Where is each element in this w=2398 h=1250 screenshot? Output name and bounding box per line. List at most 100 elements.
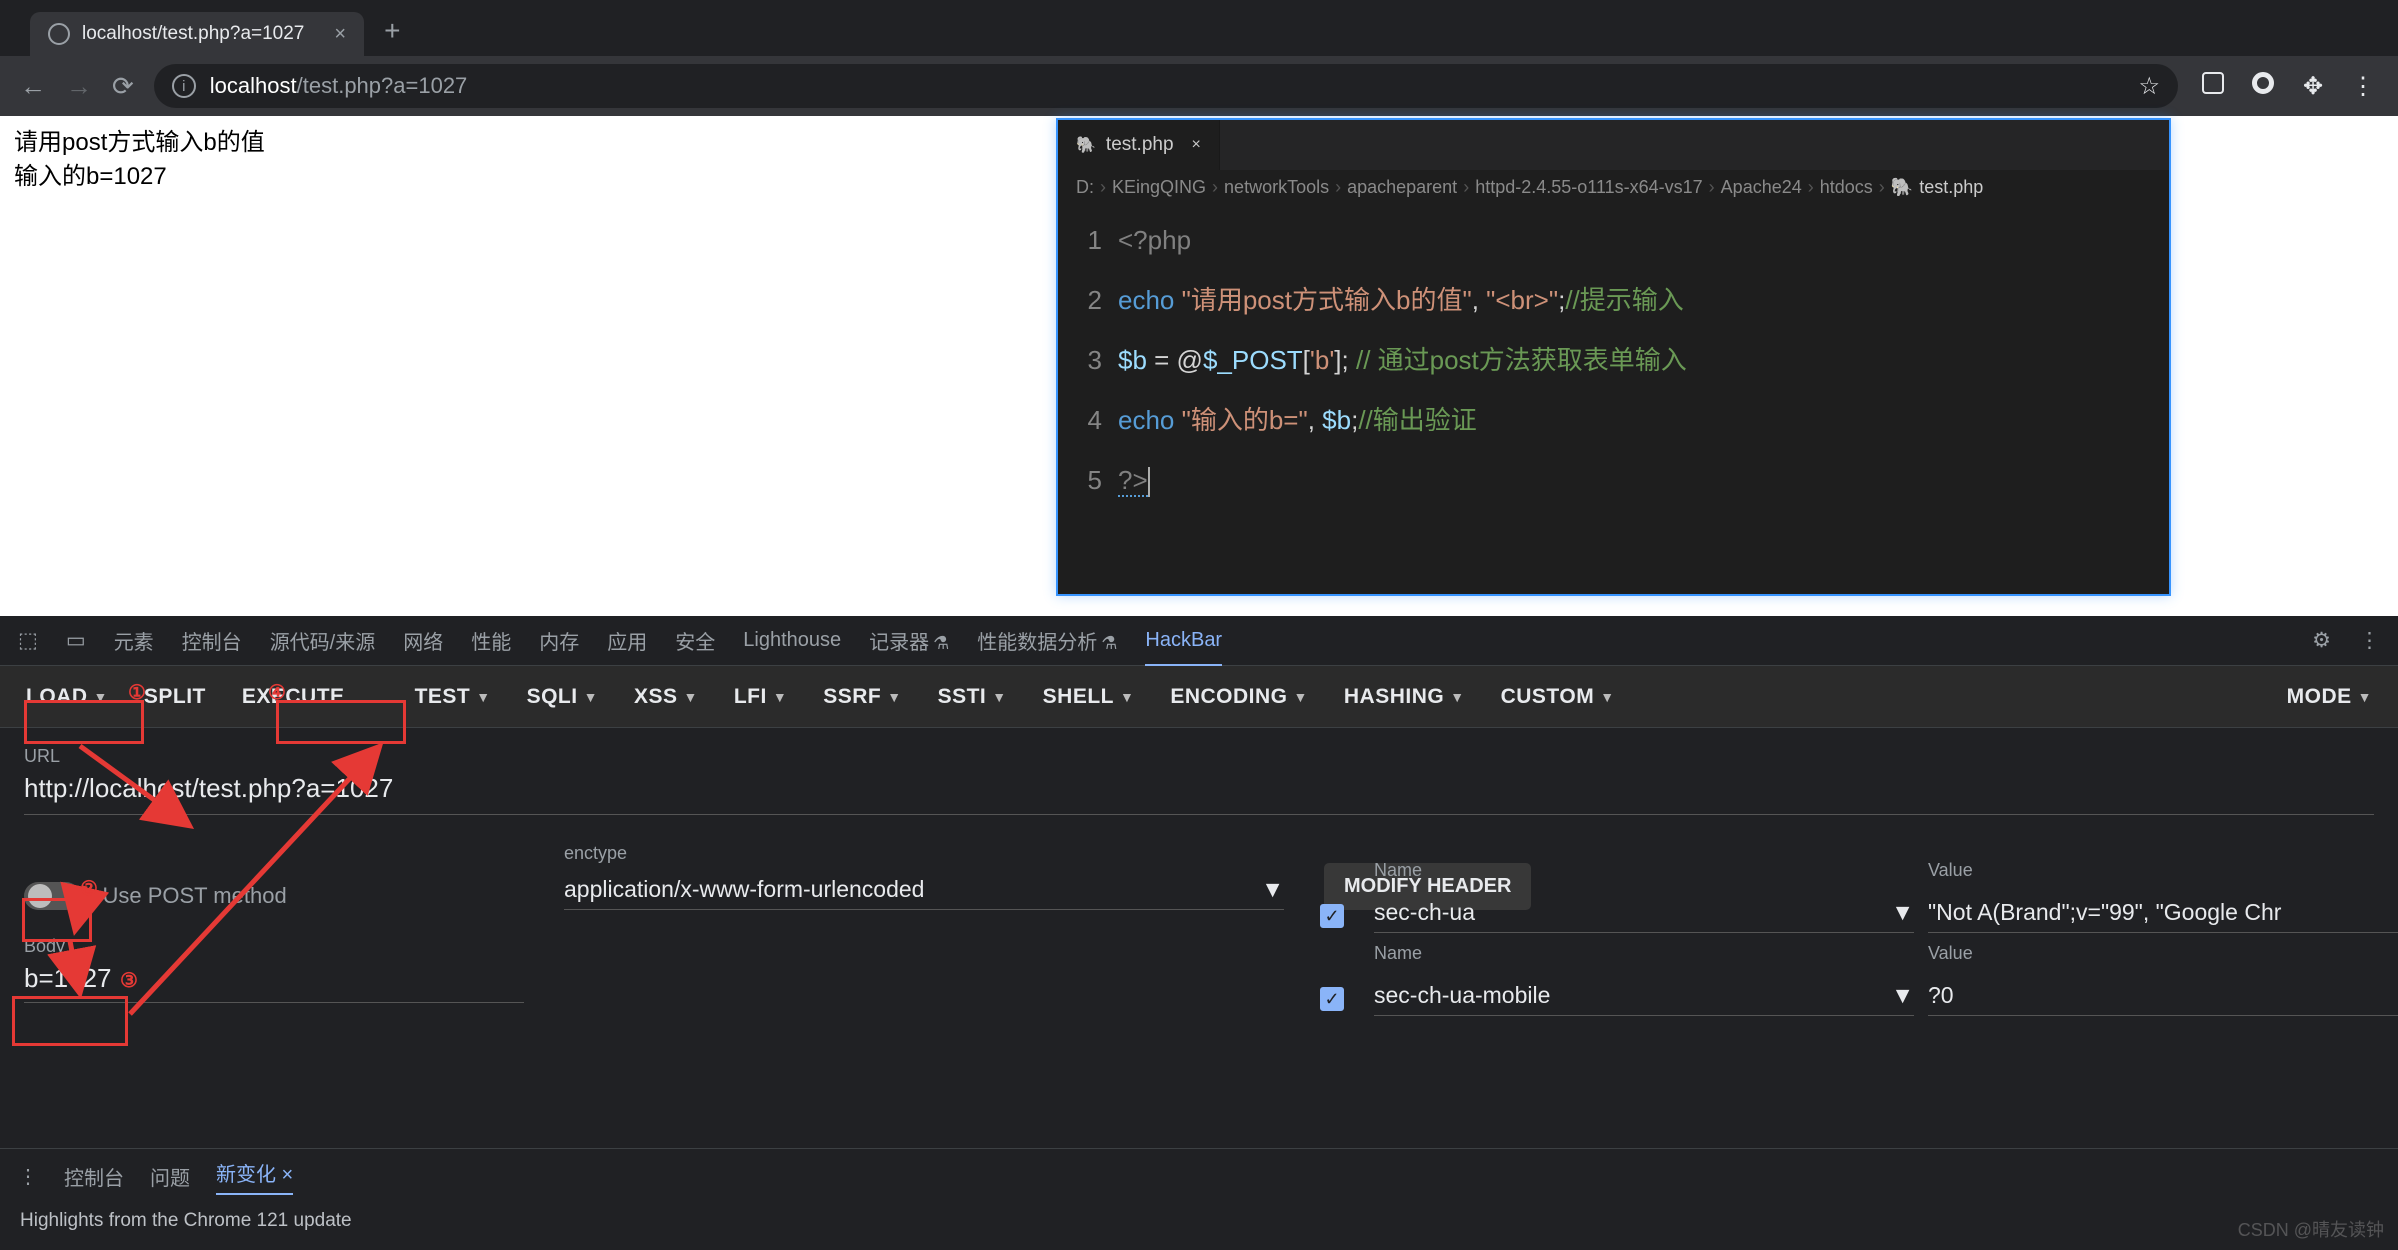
tab-memory[interactable]: 内存 [539, 626, 579, 655]
enctype-select[interactable]: application/x-www-form-urlencoded▼ [564, 870, 1284, 910]
custom-menu[interactable]: CUSTOM▼ [1485, 677, 1631, 717]
omnibox[interactable]: i localhost/test.php?a=1027 ☆ [154, 64, 2178, 108]
devtools-settings-icon[interactable]: ⚙ [2312, 628, 2331, 653]
header-value-input[interactable]: ?0 [1928, 982, 2398, 1016]
header-row: Name Value ✓ sec-ch-ua-mobile▼ ?0 [1320, 943, 2398, 1016]
hashing-menu[interactable]: HASHING▼ [1328, 677, 1481, 717]
annotation-num-1: ① [128, 680, 146, 705]
t: echo [1118, 405, 1182, 435]
t: $b [1118, 345, 1147, 375]
code-editor: 🐘 test.php × D:› KEingQING› networkTools… [1056, 118, 2171, 596]
chevron-down-icon: ▼ [1891, 982, 1914, 1009]
chevron-down-icon: ▼ [1261, 876, 1284, 903]
xss-menu[interactable]: XSS▼ [618, 677, 714, 717]
annotation-box-2 [22, 898, 92, 942]
bookmark-star-icon[interactable]: ☆ [2138, 72, 2160, 101]
tab-lighthouse[interactable]: Lighthouse [743, 629, 841, 652]
menu-icon[interactable]: ⋮ [2348, 72, 2378, 101]
chevron-down-icon: ▼ [1891, 899, 1914, 926]
code-line: ?> [1118, 465, 1148, 497]
header-name-label: Name [1374, 943, 1914, 964]
crumb[interactable]: test.php [1919, 177, 1983, 198]
t: "<br>" [1486, 285, 1558, 315]
ssti-menu[interactable]: SSTI▼ [922, 677, 1023, 717]
header-row: Name Value ✓ sec-ch-ua▼ "Not A(Brand";v=… [1320, 860, 2398, 933]
address-bar: ← → ⟳ i localhost/test.php?a=1027 ☆ ✥ ⋮ [0, 56, 2398, 116]
crumb[interactable]: D: [1076, 177, 1094, 198]
reload-icon[interactable]: ⟳ [112, 71, 134, 102]
extensions-puzzle-icon[interactable]: ✥ [2298, 72, 2328, 101]
console-menu-icon[interactable]: ⋮ [18, 1164, 38, 1189]
annotation-num-2: ② [80, 876, 98, 901]
header-name-input[interactable]: sec-ch-ua▼ [1374, 899, 1914, 933]
annotation-num-3: ③ [120, 968, 138, 993]
mode-menu[interactable]: MODE▼ [2271, 677, 2388, 717]
t: ]; [1334, 345, 1356, 375]
crumb[interactable]: htdocs [1820, 177, 1873, 198]
tab-title: localhost/test.php?a=1027 [82, 23, 304, 45]
t: 'b' [1310, 345, 1334, 375]
crumb[interactable]: Apache24 [1721, 177, 1802, 198]
t: "请用post方式输入b的值" [1182, 285, 1472, 315]
crumb[interactable]: networkTools [1224, 177, 1329, 198]
annotation-box-1 [24, 700, 144, 744]
breadcrumb[interactable]: D:› KEingQING› networkTools› apacheparen… [1058, 170, 2169, 204]
tab-perf-insights[interactable]: 性能数据分析⚗ [977, 626, 1117, 655]
t: [ [1303, 345, 1310, 375]
header-value-label: Value [1928, 943, 2398, 964]
t: //输出验证 [1358, 405, 1476, 435]
whatsnew-hint: Highlights from the Chrome 121 update [0, 1204, 2398, 1250]
t: // 通过post方法获取表单输入 [1356, 345, 1687, 375]
browser-tab[interactable]: localhost/test.php?a=1027 × [30, 12, 364, 56]
header-value-label: Value [1928, 860, 2398, 881]
t: //提示输入 [1565, 285, 1683, 315]
t: $_POST [1203, 345, 1303, 375]
header-checkbox[interactable]: ✓ [1320, 904, 1344, 928]
sqli-menu[interactable]: SQLI▼ [511, 677, 614, 717]
extension-icon-2[interactable] [2248, 72, 2278, 101]
t: $b [1322, 405, 1351, 435]
editor-tab-testphp[interactable]: 🐘 test.php × [1058, 120, 1220, 170]
t: = @ [1147, 345, 1203, 375]
editor-tab-label: test.php [1106, 134, 1174, 156]
t: "输入的b=" [1182, 405, 1308, 435]
shell-menu[interactable]: SHELL▼ [1027, 677, 1151, 717]
new-tab-button[interactable]: + [384, 15, 400, 47]
drawer-tab-whatsnew[interactable]: 新变化 × [216, 1158, 293, 1195]
console-drawer: ⋮ 控制台 问题 新变化 × [0, 1148, 2398, 1204]
close-editor-tab-icon[interactable]: × [1192, 136, 1201, 154]
url-path: /test.php?a=1027 [297, 73, 468, 98]
crumb[interactable]: httpd-2.4.55-o111s-x64-vs17 [1475, 177, 1702, 198]
tab-hackbar[interactable]: HackBar [1145, 629, 1222, 667]
site-info-icon[interactable]: i [172, 74, 196, 98]
drawer-tab-issues[interactable]: 问题 [150, 1162, 190, 1191]
code-area[interactable]: 12345 <?php echo "请用post方式输入b的值", "<br>"… [1058, 204, 2169, 594]
annotation-box-3 [12, 996, 128, 1046]
back-icon[interactable]: ← [20, 71, 46, 102]
tab-recorder[interactable]: 记录器⚗ [869, 626, 949, 655]
crumb[interactable]: apacheparent [1347, 177, 1457, 198]
forward-icon[interactable]: → [66, 71, 92, 102]
favicon [48, 23, 70, 45]
header-value-input[interactable]: "Not A(Brand";v="99", "Google Chr [1928, 899, 2398, 933]
php-file-icon: 🐘 [1076, 135, 1096, 155]
code-line: <?php [1118, 225, 1191, 255]
url-host: localhost [210, 73, 297, 98]
tab-application[interactable]: 应用 [607, 626, 647, 655]
ssrf-menu[interactable]: SSRF▼ [807, 677, 917, 717]
php-file-icon: 🐘 [1891, 177, 1913, 198]
drawer-tab-console[interactable]: 控制台 [64, 1162, 124, 1191]
crumb[interactable]: KEingQING [1112, 177, 1206, 198]
close-tab-icon[interactable]: × [334, 23, 346, 46]
header-checkbox[interactable]: ✓ [1320, 987, 1344, 1011]
devtools-more-icon[interactable]: ⋮ [2359, 628, 2380, 653]
lfi-menu[interactable]: LFI▼ [718, 677, 803, 717]
t: , [1308, 405, 1322, 435]
t: echo [1118, 285, 1182, 315]
encoding-menu[interactable]: ENCODING▼ [1154, 677, 1324, 717]
header-name-label: Name [1374, 860, 1914, 881]
enctype-label: enctype [564, 843, 1284, 864]
header-name-input[interactable]: sec-ch-ua-mobile▼ [1374, 982, 1914, 1016]
extension-icon-1[interactable] [2198, 72, 2228, 101]
tab-security[interactable]: 安全 [675, 626, 715, 655]
